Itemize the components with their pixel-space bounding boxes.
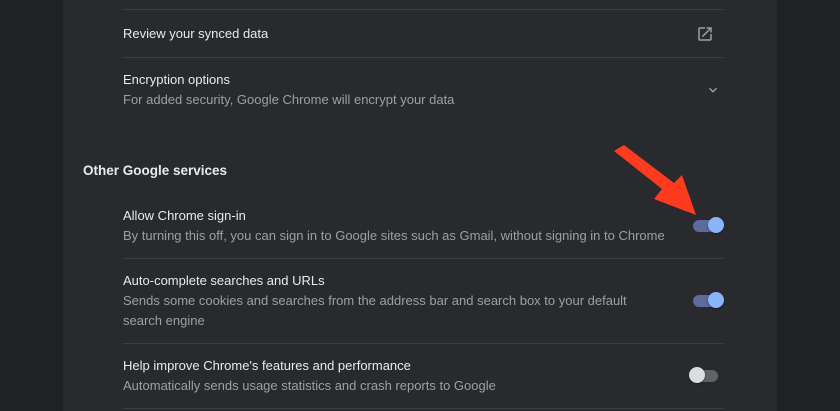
divider <box>123 408 723 409</box>
toggle-knob <box>708 217 724 233</box>
autocomplete-searches-desc: Sends some cookies and searches from the… <box>123 293 627 328</box>
autocomplete-searches-row[interactable]: Auto-complete searches and URLs Sends so… <box>123 272 663 331</box>
chevron-down-icon[interactable] <box>701 78 725 102</box>
autocomplete-searches-toggle[interactable] <box>693 292 725 308</box>
divider <box>123 258 723 259</box>
help-improve-chrome-desc: Automatically sends usage statistics and… <box>123 378 496 393</box>
allow-chrome-signin-desc: By turning this off, you can sign in to … <box>123 228 665 243</box>
help-improve-chrome-title: Help improve Chrome's features and perfo… <box>123 358 411 373</box>
section-header-other-google-services: Other Google services <box>83 163 228 178</box>
divider <box>123 57 723 58</box>
help-improve-chrome-row[interactable]: Help improve Chrome's features and perfo… <box>123 357 723 396</box>
help-improve-chrome-toggle[interactable] <box>689 367 722 383</box>
review-synced-data-label: Review your synced data <box>123 26 269 41</box>
allow-chrome-signin-row[interactable]: Allow Chrome sign-in By turning this off… <box>123 207 723 246</box>
review-synced-data-row[interactable]: Review your synced data <box>123 25 723 43</box>
encryption-options-row[interactable]: Encryption options For added security, G… <box>123 71 723 110</box>
encryption-options-desc: For added security, Google Chrome will e… <box>123 92 455 107</box>
allow-chrome-signin-toggle[interactable] <box>693 217 725 233</box>
toggle-knob <box>708 292 724 308</box>
allow-chrome-signin-title: Allow Chrome sign-in <box>123 208 246 223</box>
divider <box>123 343 723 344</box>
encryption-options-title: Encryption options <box>123 72 230 87</box>
toggle-knob <box>689 367 705 383</box>
open-in-new-icon[interactable] <box>693 22 717 46</box>
divider <box>123 9 723 10</box>
settings-card: Review your synced data Encryption optio… <box>63 0 777 411</box>
autocomplete-searches-title: Auto-complete searches and URLs <box>123 273 325 288</box>
